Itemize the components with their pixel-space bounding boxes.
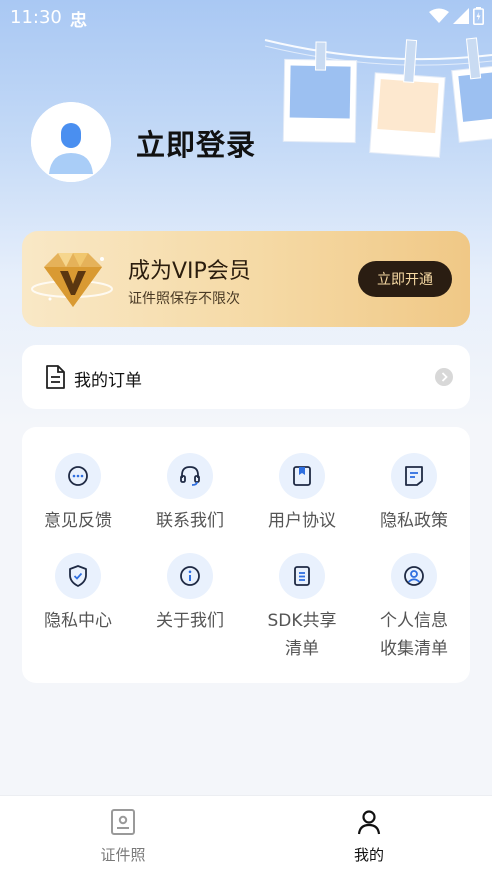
menu-item-about-us[interactable]: 关于我们 — [134, 553, 246, 635]
menu-item-label: 联系我们 — [156, 511, 224, 531]
settings-menu-card: 意见反馈 联系我们 用户协议 隐私政策 隐私中心 关于我们 SDK共享 清单 个… — [22, 427, 470, 683]
user-circle-icon — [404, 566, 424, 586]
open-vip-button[interactable]: 立即开通 — [358, 261, 452, 297]
person-icon — [357, 810, 381, 835]
avatar[interactable] — [31, 102, 111, 182]
chat-bubble-icon — [68, 466, 88, 486]
vip-title: 成为VIP会员 — [128, 259, 251, 284]
document-icon — [46, 365, 65, 389]
note-icon — [405, 466, 423, 486]
menu-item-label: 隐私政策 — [380, 511, 448, 531]
vip-diamond-icon — [31, 253, 113, 307]
menu-item-label: 意见反馈 — [44, 511, 112, 531]
menu-item-label: 个人信息 收集清单 — [380, 611, 448, 659]
hanging-photos-decoration — [264, 37, 492, 158]
headset-icon — [180, 466, 200, 486]
login-link[interactable]: 立即登录 — [136, 122, 256, 164]
vip-banner[interactable]: 成为VIP会员 证件照保存不限次 立即开通 — [22, 231, 470, 327]
chevron-right-icon — [435, 368, 453, 386]
menu-item-sdk-share-list[interactable]: SDK共享 清单 — [246, 553, 358, 663]
notification-icon: 忠 — [70, 11, 87, 31]
menu-item-user-agreement[interactable]: 用户协议 — [246, 453, 358, 535]
my-orders-label: 我的订单 — [74, 371, 142, 391]
menu-item-contact-us[interactable]: 联系我们 — [134, 453, 246, 535]
vip-subtitle: 证件照保存不限次 — [128, 291, 240, 307]
menu-item-label: 隐私中心 — [44, 611, 112, 631]
menu-item-privacy-policy[interactable]: 隐私政策 — [358, 453, 470, 535]
tab-id-photo-label: 证件照 — [100, 846, 146, 864]
bottom-nav: 证件照 我的 — [0, 795, 492, 876]
info-icon — [180, 566, 200, 586]
bookmark-doc-icon — [293, 466, 311, 486]
menu-item-personal-info-list[interactable]: 个人信息 收集清单 — [358, 553, 470, 663]
menu-item-privacy-center[interactable]: 隐私中心 — [22, 553, 134, 635]
tab-id-photo[interactable]: 证件照 — [63, 808, 183, 865]
menu-item-label: 关于我们 — [156, 611, 224, 631]
menu-item-feedback[interactable]: 意见反馈 — [22, 453, 134, 535]
status-time: 11:30 — [10, 7, 62, 28]
shield-check-icon — [69, 565, 87, 587]
tab-mine-label: 我的 — [353, 846, 384, 864]
id-photo-icon — [111, 809, 135, 835]
menu-item-label: SDK共享 清单 — [267, 611, 337, 659]
list-doc-icon — [294, 566, 310, 586]
default-avatar-icon — [31, 102, 111, 182]
menu-item-label: 用户协议 — [268, 511, 336, 531]
tab-mine[interactable]: 我的 — [309, 808, 429, 865]
my-orders-row[interactable]: 我的订单 — [22, 345, 470, 409]
